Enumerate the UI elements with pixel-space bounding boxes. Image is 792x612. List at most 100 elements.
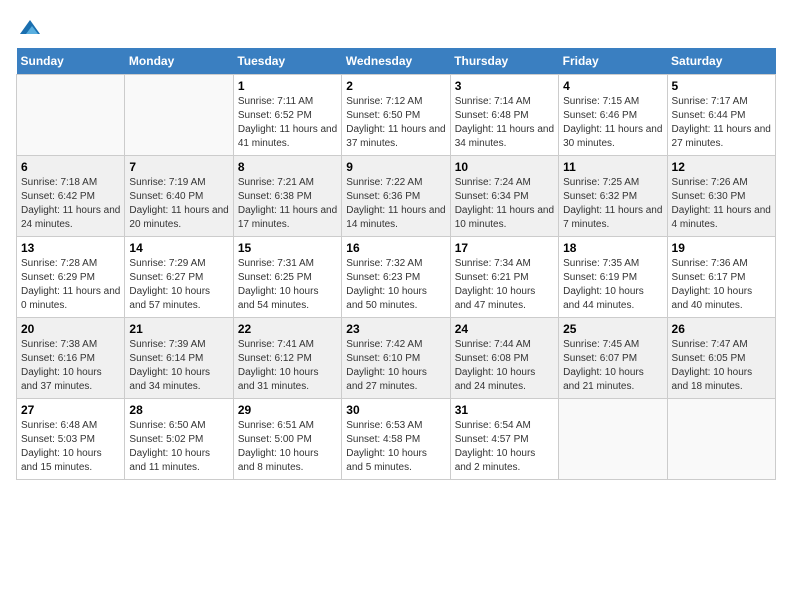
calendar-day-cell: 30 Sunrise: 6:53 AMSunset: 4:58 PMDaylig… bbox=[342, 399, 450, 480]
calendar-day-cell: 2 Sunrise: 7:12 AMSunset: 6:50 PMDayligh… bbox=[342, 75, 450, 156]
day-info: Sunrise: 7:26 AMSunset: 6:30 PMDaylight:… bbox=[672, 176, 771, 232]
day-info: Sunrise: 6:51 AMSunset: 5:00 PMDaylight:… bbox=[238, 419, 337, 475]
day-info: Sunrise: 7:32 AMSunset: 6:23 PMDaylight:… bbox=[346, 257, 445, 313]
calendar-day-cell: 3 Sunrise: 7:14 AMSunset: 6:48 PMDayligh… bbox=[450, 75, 558, 156]
day-info: Sunrise: 7:41 AMSunset: 6:12 PMDaylight:… bbox=[238, 338, 337, 394]
day-number: 25 bbox=[563, 322, 662, 336]
day-info: Sunrise: 7:36 AMSunset: 6:17 PMDaylight:… bbox=[672, 257, 771, 313]
calendar-day-cell: 29 Sunrise: 6:51 AMSunset: 5:00 PMDaylig… bbox=[233, 399, 341, 480]
calendar-week-row: 27 Sunrise: 6:48 AMSunset: 5:03 PMDaylig… bbox=[17, 399, 776, 480]
day-number: 9 bbox=[346, 160, 445, 174]
calendar-day-cell: 6 Sunrise: 7:18 AMSunset: 6:42 PMDayligh… bbox=[17, 156, 125, 237]
day-number: 10 bbox=[455, 160, 554, 174]
day-number: 7 bbox=[129, 160, 228, 174]
calendar-day-cell: 4 Sunrise: 7:15 AMSunset: 6:46 PMDayligh… bbox=[559, 75, 667, 156]
calendar-day-header: Wednesday bbox=[342, 48, 450, 75]
day-info: Sunrise: 7:42 AMSunset: 6:10 PMDaylight:… bbox=[346, 338, 445, 394]
day-number: 8 bbox=[238, 160, 337, 174]
calendar-day-header: Thursday bbox=[450, 48, 558, 75]
day-number: 27 bbox=[21, 403, 120, 417]
calendar-day-cell bbox=[667, 399, 775, 480]
day-number: 14 bbox=[129, 241, 228, 255]
calendar-day-cell: 21 Sunrise: 7:39 AMSunset: 6:14 PMDaylig… bbox=[125, 318, 233, 399]
calendar-day-cell: 7 Sunrise: 7:19 AMSunset: 6:40 PMDayligh… bbox=[125, 156, 233, 237]
calendar-header-row: SundayMondayTuesdayWednesdayThursdayFrid… bbox=[17, 48, 776, 75]
day-number: 11 bbox=[563, 160, 662, 174]
day-info: Sunrise: 7:14 AMSunset: 6:48 PMDaylight:… bbox=[455, 95, 554, 151]
day-info: Sunrise: 7:35 AMSunset: 6:19 PMDaylight:… bbox=[563, 257, 662, 313]
calendar-day-cell: 9 Sunrise: 7:22 AMSunset: 6:36 PMDayligh… bbox=[342, 156, 450, 237]
calendar-day-cell: 12 Sunrise: 7:26 AMSunset: 6:30 PMDaylig… bbox=[667, 156, 775, 237]
day-info: Sunrise: 7:11 AMSunset: 6:52 PMDaylight:… bbox=[238, 95, 337, 151]
day-info: Sunrise: 7:28 AMSunset: 6:29 PMDaylight:… bbox=[21, 257, 120, 313]
day-info: Sunrise: 7:21 AMSunset: 6:38 PMDaylight:… bbox=[238, 176, 337, 232]
calendar-day-cell: 28 Sunrise: 6:50 AMSunset: 5:02 PMDaylig… bbox=[125, 399, 233, 480]
day-number: 28 bbox=[129, 403, 228, 417]
calendar-day-cell: 5 Sunrise: 7:17 AMSunset: 6:44 PMDayligh… bbox=[667, 75, 775, 156]
day-info: Sunrise: 7:29 AMSunset: 6:27 PMDaylight:… bbox=[129, 257, 228, 313]
day-info: Sunrise: 7:44 AMSunset: 6:08 PMDaylight:… bbox=[455, 338, 554, 394]
day-number: 3 bbox=[455, 79, 554, 93]
calendar-week-row: 13 Sunrise: 7:28 AMSunset: 6:29 PMDaylig… bbox=[17, 237, 776, 318]
day-number: 31 bbox=[455, 403, 554, 417]
day-info: Sunrise: 7:15 AMSunset: 6:46 PMDaylight:… bbox=[563, 95, 662, 151]
day-info: Sunrise: 7:17 AMSunset: 6:44 PMDaylight:… bbox=[672, 95, 771, 151]
day-number: 16 bbox=[346, 241, 445, 255]
calendar-day-cell: 13 Sunrise: 7:28 AMSunset: 6:29 PMDaylig… bbox=[17, 237, 125, 318]
day-number: 17 bbox=[455, 241, 554, 255]
day-number: 30 bbox=[346, 403, 445, 417]
day-info: Sunrise: 6:53 AMSunset: 4:58 PMDaylight:… bbox=[346, 419, 445, 475]
calendar-week-row: 20 Sunrise: 7:38 AMSunset: 6:16 PMDaylig… bbox=[17, 318, 776, 399]
day-info: Sunrise: 7:19 AMSunset: 6:40 PMDaylight:… bbox=[129, 176, 228, 232]
day-number: 6 bbox=[21, 160, 120, 174]
day-info: Sunrise: 6:54 AMSunset: 4:57 PMDaylight:… bbox=[455, 419, 554, 475]
calendar-day-cell: 31 Sunrise: 6:54 AMSunset: 4:57 PMDaylig… bbox=[450, 399, 558, 480]
calendar-week-row: 1 Sunrise: 7:11 AMSunset: 6:52 PMDayligh… bbox=[17, 75, 776, 156]
day-number: 29 bbox=[238, 403, 337, 417]
day-number: 12 bbox=[672, 160, 771, 174]
day-number: 15 bbox=[238, 241, 337, 255]
day-number: 22 bbox=[238, 322, 337, 336]
page-header bbox=[16, 16, 776, 36]
calendar-day-cell bbox=[125, 75, 233, 156]
logo-icon bbox=[18, 16, 42, 40]
day-number: 23 bbox=[346, 322, 445, 336]
calendar-day-cell: 23 Sunrise: 7:42 AMSunset: 6:10 PMDaylig… bbox=[342, 318, 450, 399]
calendar-day-cell: 25 Sunrise: 7:45 AMSunset: 6:07 PMDaylig… bbox=[559, 318, 667, 399]
calendar-day-cell: 17 Sunrise: 7:34 AMSunset: 6:21 PMDaylig… bbox=[450, 237, 558, 318]
day-number: 18 bbox=[563, 241, 662, 255]
day-info: Sunrise: 7:47 AMSunset: 6:05 PMDaylight:… bbox=[672, 338, 771, 394]
day-info: Sunrise: 7:45 AMSunset: 6:07 PMDaylight:… bbox=[563, 338, 662, 394]
day-number: 2 bbox=[346, 79, 445, 93]
calendar-day-header: Saturday bbox=[667, 48, 775, 75]
day-number: 20 bbox=[21, 322, 120, 336]
calendar-day-cell: 16 Sunrise: 7:32 AMSunset: 6:23 PMDaylig… bbox=[342, 237, 450, 318]
day-number: 26 bbox=[672, 322, 771, 336]
day-info: Sunrise: 7:34 AMSunset: 6:21 PMDaylight:… bbox=[455, 257, 554, 313]
day-number: 13 bbox=[21, 241, 120, 255]
calendar-day-header: Sunday bbox=[17, 48, 125, 75]
calendar-day-cell: 10 Sunrise: 7:24 AMSunset: 6:34 PMDaylig… bbox=[450, 156, 558, 237]
calendar-day-cell: 15 Sunrise: 7:31 AMSunset: 6:25 PMDaylig… bbox=[233, 237, 341, 318]
calendar-day-cell: 8 Sunrise: 7:21 AMSunset: 6:38 PMDayligh… bbox=[233, 156, 341, 237]
calendar-day-cell: 20 Sunrise: 7:38 AMSunset: 6:16 PMDaylig… bbox=[17, 318, 125, 399]
day-number: 19 bbox=[672, 241, 771, 255]
calendar-day-header: Friday bbox=[559, 48, 667, 75]
calendar-day-cell: 24 Sunrise: 7:44 AMSunset: 6:08 PMDaylig… bbox=[450, 318, 558, 399]
calendar-day-cell bbox=[17, 75, 125, 156]
calendar-day-cell: 14 Sunrise: 7:29 AMSunset: 6:27 PMDaylig… bbox=[125, 237, 233, 318]
day-info: Sunrise: 7:39 AMSunset: 6:14 PMDaylight:… bbox=[129, 338, 228, 394]
calendar-week-row: 6 Sunrise: 7:18 AMSunset: 6:42 PMDayligh… bbox=[17, 156, 776, 237]
calendar-day-cell: 22 Sunrise: 7:41 AMSunset: 6:12 PMDaylig… bbox=[233, 318, 341, 399]
day-info: Sunrise: 7:12 AMSunset: 6:50 PMDaylight:… bbox=[346, 95, 445, 151]
calendar-day-cell: 18 Sunrise: 7:35 AMSunset: 6:19 PMDaylig… bbox=[559, 237, 667, 318]
day-number: 1 bbox=[238, 79, 337, 93]
day-info: Sunrise: 7:24 AMSunset: 6:34 PMDaylight:… bbox=[455, 176, 554, 232]
calendar-day-cell: 1 Sunrise: 7:11 AMSunset: 6:52 PMDayligh… bbox=[233, 75, 341, 156]
day-info: Sunrise: 7:38 AMSunset: 6:16 PMDaylight:… bbox=[21, 338, 120, 394]
day-info: Sunrise: 7:31 AMSunset: 6:25 PMDaylight:… bbox=[238, 257, 337, 313]
calendar-table: SundayMondayTuesdayWednesdayThursdayFrid… bbox=[16, 48, 776, 480]
day-number: 24 bbox=[455, 322, 554, 336]
day-number: 21 bbox=[129, 322, 228, 336]
calendar-day-cell: 19 Sunrise: 7:36 AMSunset: 6:17 PMDaylig… bbox=[667, 237, 775, 318]
